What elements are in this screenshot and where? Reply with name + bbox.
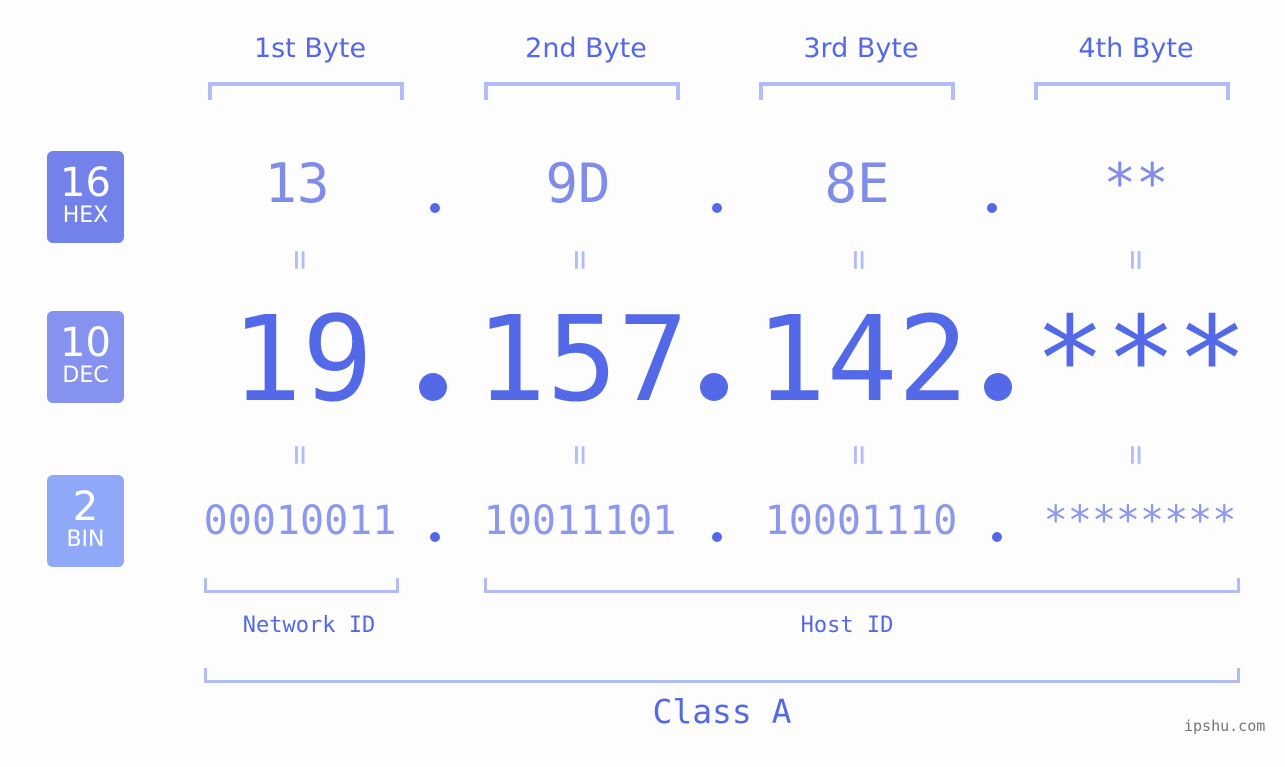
- hex-separator-dot: [712, 203, 722, 213]
- dec-octet-1: 19: [230, 290, 374, 428]
- equals-sign: =: [1116, 444, 1156, 466]
- hex-octet-2: 9D: [545, 152, 611, 215]
- dec-octet-2: 157: [475, 290, 689, 428]
- byte-header-2: 2nd Byte: [525, 33, 647, 64]
- watermark: ipshu.com: [1184, 717, 1266, 735]
- bin-badge: 2 BIN: [47, 475, 124, 567]
- equals-sign: =: [560, 444, 600, 466]
- bin-octet-1: 00010011: [203, 498, 397, 544]
- byte-header-4: 4th Byte: [1078, 33, 1194, 64]
- byte-bracket-1: [208, 82, 404, 100]
- bin-separator-dot: [712, 532, 722, 542]
- dec-octet-4: ***: [1034, 290, 1248, 428]
- hex-octet-3: 8E: [824, 152, 890, 215]
- bin-badge-label: BIN: [66, 527, 105, 552]
- bin-octet-4: ********: [1043, 498, 1237, 544]
- byte-bracket-3: [759, 82, 955, 100]
- network-id-bracket: [204, 578, 399, 593]
- byte-bracket-4: [1034, 82, 1230, 100]
- byte-header-1: 1st Byte: [253, 33, 367, 64]
- equals-sign: =: [280, 444, 320, 466]
- byte-bracket-2: [484, 82, 680, 100]
- hex-octet-4: **: [1103, 152, 1169, 215]
- equals-sign: =: [839, 249, 879, 271]
- equals-sign: =: [560, 249, 600, 271]
- host-id-bracket: [484, 578, 1240, 593]
- bin-separator-dot: [992, 532, 1002, 542]
- bin-octet-3: 10001110: [764, 498, 958, 544]
- equals-sign: =: [280, 249, 320, 271]
- host-id-label: Host ID: [800, 613, 894, 638]
- hex-octet-1: 13: [264, 152, 330, 215]
- hex-badge-label: HEX: [62, 203, 109, 228]
- bin-separator-dot: [430, 532, 440, 542]
- bin-octet-2: 10011101: [483, 498, 677, 544]
- hex-separator-dot: [430, 203, 440, 213]
- class-label: Class A: [652, 692, 792, 731]
- equals-sign: =: [1116, 249, 1156, 271]
- network-id-label: Network ID: [242, 613, 376, 638]
- dec-octet-3: 142: [755, 290, 969, 428]
- class-bracket: [204, 668, 1240, 683]
- dec-badge-label: DEC: [62, 363, 109, 388]
- dec-separator-dot: [700, 373, 728, 401]
- hex-badge-base: 16: [60, 160, 111, 206]
- dec-separator-dot: [419, 373, 447, 401]
- hex-badge: 16 HEX: [47, 151, 124, 243]
- equals-sign: =: [839, 444, 879, 466]
- dec-badge-base: 10: [60, 320, 111, 366]
- dec-separator-dot: [984, 373, 1012, 401]
- hex-separator-dot: [987, 203, 997, 213]
- dec-badge: 10 DEC: [47, 311, 124, 403]
- byte-header-3: 3rd Byte: [803, 33, 919, 64]
- bin-badge-base: 2: [72, 484, 99, 530]
